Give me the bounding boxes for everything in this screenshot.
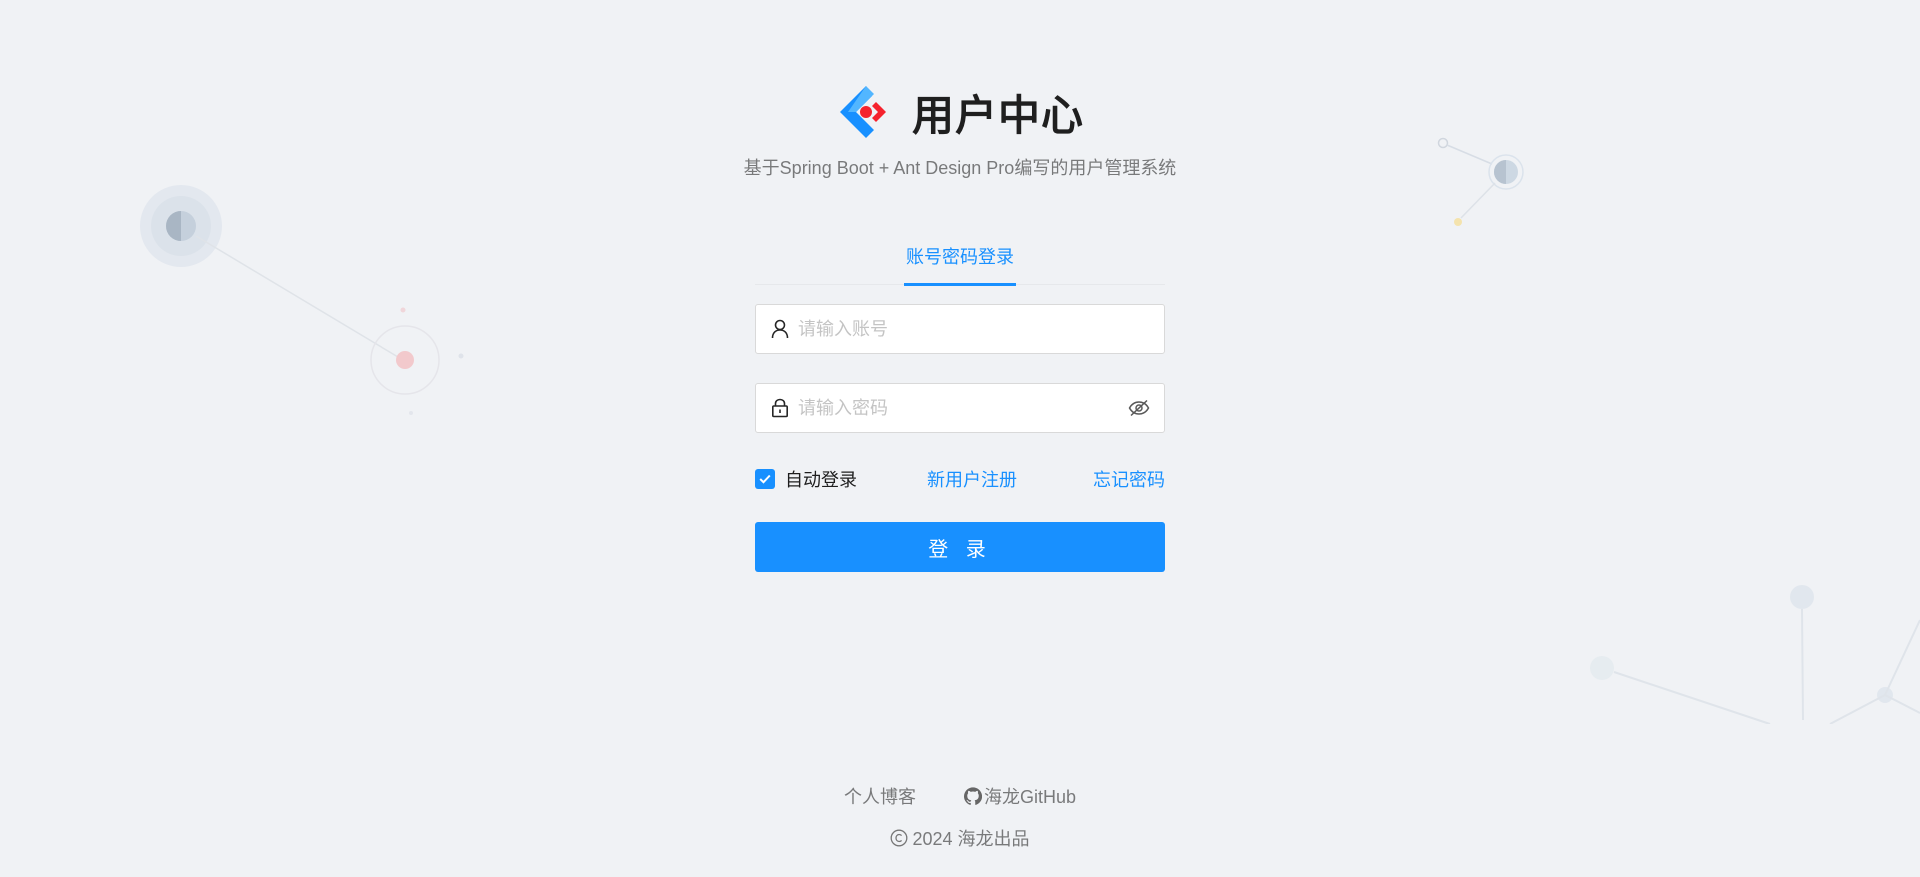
tab-account-login[interactable]: 账号密码登录 bbox=[904, 237, 1016, 286]
footer-link-label: 海龙GitHub bbox=[983, 787, 1077, 807]
login-button[interactable]: 登 录 bbox=[755, 522, 1165, 572]
login-page: 用户中心 基于Spring Boot + Ant Design Pro编写的用户… bbox=[0, 0, 1920, 877]
footer-link-label: 个人博客 bbox=[843, 787, 916, 807]
app-title: 用户中心 bbox=[911, 90, 1084, 140]
username-field[interactable] bbox=[755, 304, 1165, 354]
footer-link-blog[interactable]: 个人博客 bbox=[844, 783, 916, 809]
auto-login-checkbox[interactable]: 自动登录 bbox=[755, 466, 857, 492]
footer: 个人博客 海龙GitHub 2024 海龙出品 bbox=[0, 783, 1920, 851]
forgot-password-link[interactable]: 忘记密码 bbox=[1093, 466, 1165, 492]
brand: 用户中心 bbox=[0, 80, 1920, 144]
footer-links: 个人博客 海龙GitHub bbox=[0, 783, 1920, 809]
user-icon bbox=[770, 319, 790, 339]
username-input[interactable] bbox=[798, 305, 1150, 353]
copyright: 2024 海龙出品 bbox=[0, 825, 1920, 851]
login-form: 账号密码登录 请输入账号 自动登录 新用户注册 忘记密码 登 录 bbox=[755, 237, 1165, 572]
password-input[interactable] bbox=[798, 384, 1128, 432]
copyright-text: 2024 海龙出品 bbox=[912, 829, 1030, 849]
login-header: 用户中心 基于Spring Boot + Ant Design Pro编写的用户… bbox=[0, 80, 1920, 180]
login-tabs: 账号密码登录 bbox=[755, 237, 1165, 286]
footer-link-github[interactable]: 海龙GitHub bbox=[963, 783, 1077, 809]
password-field[interactable] bbox=[755, 383, 1165, 433]
copyright-icon bbox=[891, 829, 908, 847]
lock-icon bbox=[770, 398, 790, 418]
checkbox-checked-icon[interactable] bbox=[755, 469, 775, 489]
decor-bottom-right bbox=[1590, 585, 1920, 744]
eye-invisible-icon[interactable] bbox=[1128, 397, 1150, 419]
decor-left bbox=[140, 185, 464, 415]
ant-design-logo-icon bbox=[839, 86, 886, 138]
register-link[interactable]: 新用户注册 bbox=[927, 466, 1017, 492]
login-options: 自动登录 新用户注册 忘记密码 bbox=[755, 467, 1165, 491]
auto-login-label: 自动登录 bbox=[785, 470, 857, 490]
github-icon bbox=[963, 787, 982, 805]
app-subtitle: 基于Spring Boot + Ant Design Pro编写的用户管理系统 bbox=[743, 158, 1177, 178]
